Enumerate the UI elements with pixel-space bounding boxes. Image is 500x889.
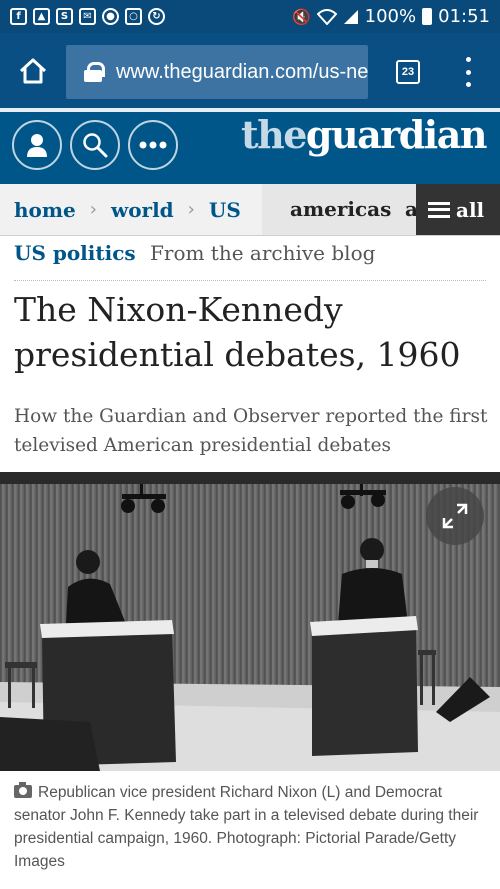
url-text: www.theguardian.com/us-news xyxy=(116,60,368,83)
breadcrumb: home › world › US xyxy=(0,184,262,235)
profile-button[interactable] xyxy=(12,120,62,170)
menu-dot-icon xyxy=(465,69,471,75)
article-kicker: US politics From the archive blog xyxy=(14,241,375,265)
breadcrumb-us[interactable]: US xyxy=(209,198,241,222)
battery-percent: 100% xyxy=(364,6,417,27)
tab-count: 23 xyxy=(401,66,415,78)
status-bar: f ▲ S ✉ ● ○ ↻ 🔇 100% 01:51 xyxy=(0,0,500,33)
chevron-right-icon: › xyxy=(89,199,97,220)
kicker-divider xyxy=(14,280,486,281)
search-icon xyxy=(83,133,108,158)
menu-dot-icon xyxy=(465,82,471,87)
breadcrumb-world[interactable]: world xyxy=(111,198,174,222)
notification-icons: f ▲ S ✉ ● ○ ↻ xyxy=(10,8,165,25)
logo-prefix: the xyxy=(241,112,307,157)
signal-icon xyxy=(343,9,358,24)
battery-icon xyxy=(422,8,433,25)
home-icon xyxy=(19,58,47,83)
chevron-right-icon: › xyxy=(187,199,195,220)
expand-image-button[interactable] xyxy=(426,487,484,545)
gallery-icon: ▲ xyxy=(33,8,50,25)
search-button[interactable] xyxy=(70,120,120,170)
hamburger-icon xyxy=(428,201,450,218)
section-link[interactable]: US politics xyxy=(14,241,136,265)
menu-dot-icon xyxy=(465,57,471,62)
all-label: all xyxy=(456,197,485,222)
debate-photo xyxy=(0,472,500,771)
nav-item-americas[interactable]: americas xyxy=(290,197,391,221)
article-standfirst: How the Guardian and Observer reported t… xyxy=(14,406,488,456)
image-caption: Republican vice president Richard Nixon … xyxy=(14,781,490,873)
user-icon xyxy=(27,134,47,157)
more-button[interactable] xyxy=(128,120,178,170)
wifi-icon xyxy=(316,8,337,25)
more-icon xyxy=(139,141,167,149)
series-link[interactable]: From the archive blog xyxy=(150,241,375,265)
sync-icon: ↻ xyxy=(148,8,165,25)
browser-menu-button[interactable] xyxy=(458,57,478,87)
site-header: theguardian xyxy=(0,108,500,184)
all-sections-button[interactable]: all xyxy=(416,184,500,235)
mute-icon: 🔇 xyxy=(291,7,311,26)
breadcrumb-home[interactable]: home xyxy=(14,198,76,222)
browser-toolbar: www.theguardian.com/us-news 23 xyxy=(0,33,500,108)
clock-time: 01:51 xyxy=(438,6,490,27)
browser-home-button[interactable] xyxy=(0,33,66,108)
article-headline: The Nixon-Kennedy presidential debates, … xyxy=(14,290,461,374)
url-bar[interactable]: www.theguardian.com/us-news xyxy=(66,45,368,99)
mail-icon: ✉ xyxy=(79,8,96,25)
tab-switcher-button[interactable]: 23 xyxy=(396,60,420,84)
football-icon: ● xyxy=(102,8,119,25)
lock-icon xyxy=(84,62,105,82)
caption-text: Republican vice president Richard Nixon … xyxy=(14,784,479,870)
article-main-image[interactable] xyxy=(0,472,500,771)
instagram-icon: ○ xyxy=(125,8,142,25)
guardian-logo[interactable]: theguardian xyxy=(241,112,488,157)
logo-main: guardian xyxy=(305,112,488,157)
camera-icon xyxy=(14,782,32,798)
expand-icon xyxy=(442,503,468,529)
facebook-icon: f xyxy=(10,8,27,25)
skype-icon: S xyxy=(56,8,73,25)
section-nav: home › world › US americas a all xyxy=(0,184,500,236)
